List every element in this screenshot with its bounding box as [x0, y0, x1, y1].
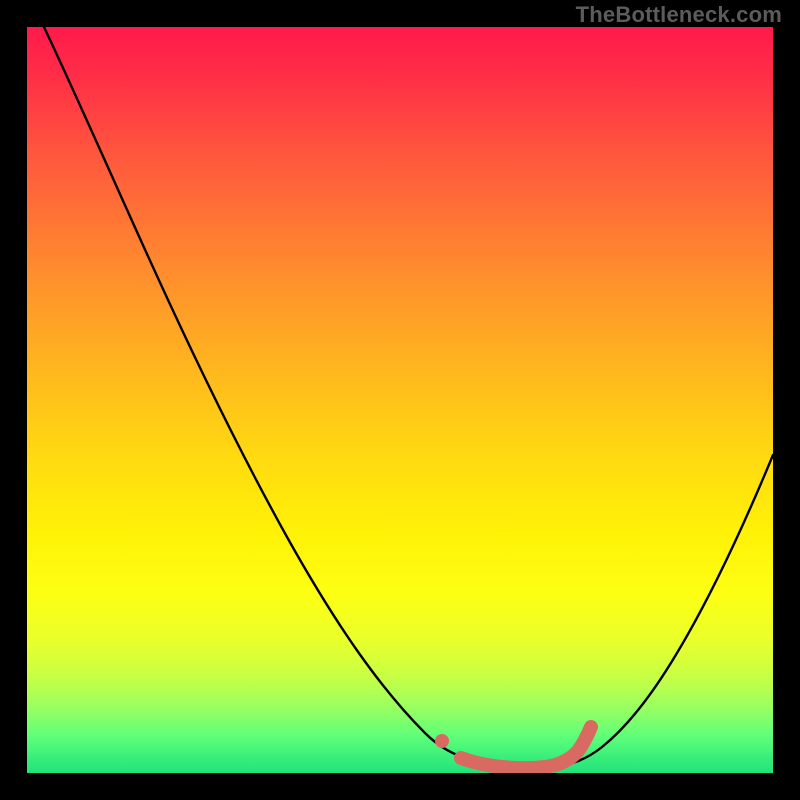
main-curve [44, 27, 773, 768]
attribution-label: TheBottleneck.com [576, 2, 782, 28]
highlight-dot [435, 734, 449, 748]
plot-area [27, 27, 773, 773]
chart-frame: TheBottleneck.com [0, 0, 800, 800]
highlight-segment [461, 727, 591, 768]
curve-layer [27, 27, 773, 773]
